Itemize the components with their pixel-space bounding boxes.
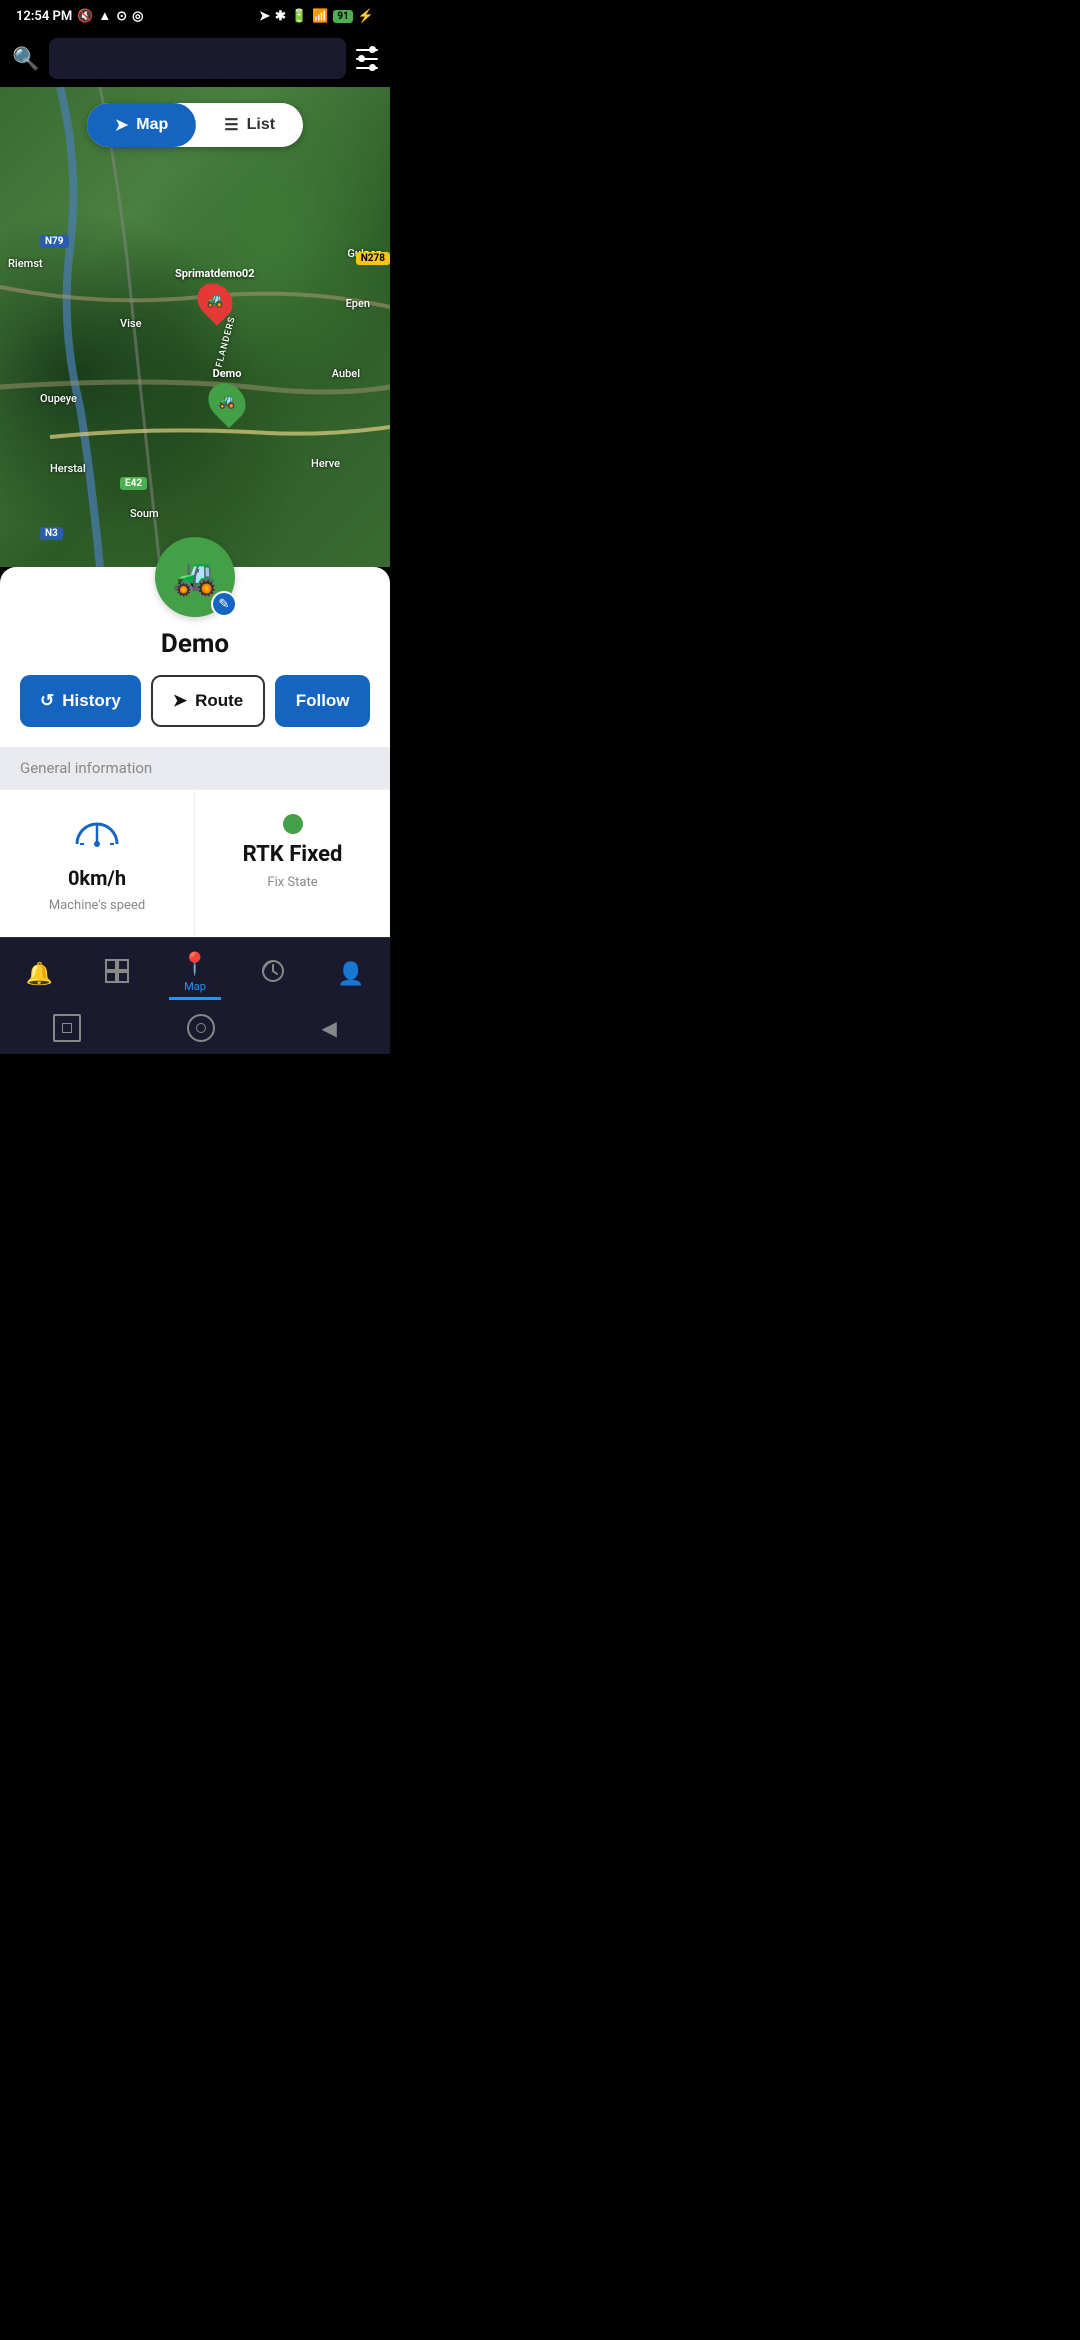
- bell-icon: 🔔: [26, 962, 53, 987]
- avatar-wrap: 🚜 ✎: [0, 567, 390, 617]
- fix-label: Fix State: [267, 875, 317, 890]
- gps-arrow-icon: ➤: [259, 9, 270, 24]
- speedometer-icon: [72, 814, 122, 858]
- label-oupeye: Oupeye: [40, 392, 77, 405]
- status-bar: 12:54 PM 🔇 ▲ ⊙ ◎ ➤ ✱ 🔋 📶 91 ⚡: [0, 0, 390, 30]
- shapes-icon: [104, 958, 130, 990]
- history-button[interactable]: ↺ History: [20, 675, 141, 727]
- charging-icon: ⚡: [358, 9, 374, 24]
- clock-icon: [260, 958, 286, 990]
- label-epen: Epen: [346, 297, 370, 310]
- battery-icon: 🔋: [291, 9, 307, 24]
- nav-shapes[interactable]: [92, 954, 142, 994]
- edit-icon: ✎: [219, 597, 230, 612]
- speed-cell: 0km/h Machine's speed: [0, 790, 195, 937]
- label-aubel: Aubel: [332, 367, 360, 380]
- speed-value: 0km/h: [68, 866, 126, 890]
- signal-icon2: ◎: [132, 9, 143, 24]
- search-input[interactable]: Demo: [49, 38, 346, 79]
- label-herve: Herve: [311, 457, 340, 470]
- action-buttons: ↺ History ➤ Route Follow: [0, 675, 390, 747]
- marker-demo[interactable]: Demo 🚜: [210, 367, 244, 422]
- home-button[interactable]: [53, 1014, 81, 1042]
- back-button[interactable]: ◀: [322, 1016, 337, 1041]
- location-icon: ⊙: [116, 9, 127, 24]
- device-panel: 🚜 ✎ Demo ↺ History ➤ Route Follow Genera…: [0, 567, 390, 937]
- nav-map[interactable]: 📍 Map: [169, 948, 220, 1000]
- profile-icon: 👤: [337, 962, 364, 987]
- filter-button[interactable]: [356, 49, 378, 69]
- system-nav: ◀: [0, 1006, 390, 1054]
- map-arrow-icon: ➤: [115, 115, 128, 135]
- route-icon: ➤: [173, 691, 187, 711]
- marker-sprimatdemo[interactable]: Sprimatdemo02 🚜: [175, 267, 255, 320]
- nav-notifications[interactable]: 🔔: [14, 958, 65, 991]
- speed-label: Machine's speed: [49, 898, 145, 913]
- time: 12:54 PM: [16, 9, 72, 24]
- map-pin-icon: 📍: [181, 952, 208, 977]
- history-icon: ↺: [40, 691, 54, 711]
- rtk-value: RTK Fixed: [243, 842, 343, 867]
- follow-button[interactable]: Follow: [275, 675, 370, 727]
- nav-icon: ▲: [98, 8, 111, 24]
- back-circle-button[interactable]: [187, 1014, 215, 1042]
- map-container[interactable]: Riemst Gulpen Vise Epen Oupeye Aubel Her…: [0, 87, 390, 567]
- bottom-nav: 🔔 📍 Map 👤: [0, 937, 390, 1006]
- badge-e42: E42: [120, 477, 147, 490]
- badge-n278: N278: [356, 252, 390, 265]
- badge-n3: N3: [40, 527, 63, 540]
- section-header: General information: [0, 747, 390, 789]
- avatar: 🚜 ✎: [155, 537, 235, 617]
- fix-state-cell: RTK Fixed Fix State: [195, 790, 390, 937]
- list-view-button[interactable]: ☰ List: [196, 103, 303, 147]
- label-herstal: Herstal: [50, 462, 86, 475]
- map-list-toggle: ➤ Map ☰ List: [87, 103, 303, 147]
- search-bar: 🔍 Demo: [0, 30, 390, 87]
- wifi-icon: 📶: [312, 9, 328, 24]
- info-grid: 0km/h Machine's speed RTK Fixed Fix Stat…: [0, 789, 390, 937]
- device-name: Demo: [0, 629, 390, 659]
- nav-map-label: Map: [184, 980, 206, 993]
- battery-percent: 91: [333, 10, 352, 23]
- edit-badge[interactable]: ✎: [211, 591, 237, 617]
- nav-history[interactable]: [248, 954, 298, 994]
- route-button[interactable]: ➤ Route: [151, 675, 265, 727]
- map-view-button[interactable]: ➤ Map: [87, 103, 196, 147]
- label-vise: Vise: [120, 317, 141, 330]
- label-riemst: Riemst: [8, 257, 43, 270]
- search-button[interactable]: 🔍: [12, 46, 39, 72]
- bluetooth-icon: ✱: [275, 9, 286, 24]
- tractor-icon: 🚜: [173, 556, 218, 598]
- list-icon: ☰: [224, 115, 238, 135]
- nav-profile[interactable]: 👤: [325, 958, 376, 991]
- mute-icon: 🔇: [77, 9, 93, 24]
- label-soum: Soum: [130, 507, 159, 520]
- badge-n79: N79: [40, 235, 69, 248]
- status-dot: [283, 814, 303, 834]
